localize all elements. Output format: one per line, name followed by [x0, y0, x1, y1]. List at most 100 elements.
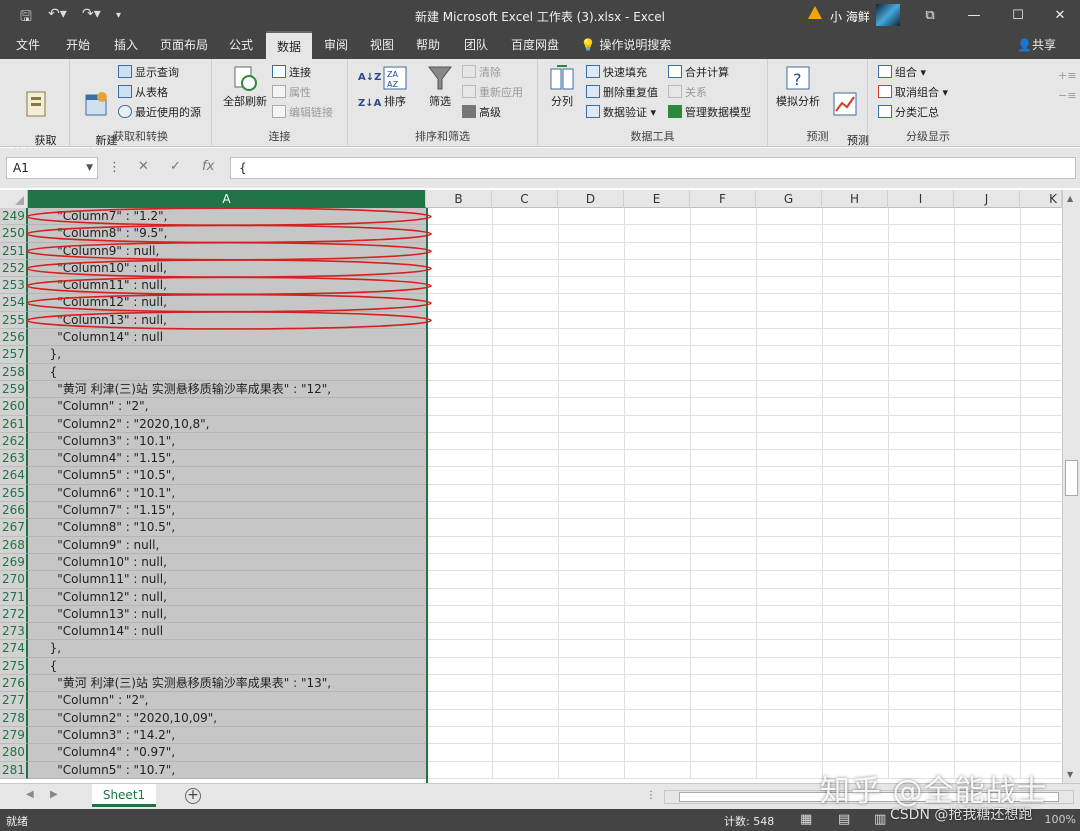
group-icon — [878, 65, 892, 78]
name-box[interactable]: A1 ▼ — [6, 157, 98, 179]
chevron-down-icon[interactable]: ▼ — [86, 158, 93, 178]
sort-icon: ZA AZ — [381, 63, 409, 93]
vertical-scroll-thumb[interactable] — [1065, 460, 1078, 496]
manage-data-model-button[interactable]: 管理数据模型 — [668, 104, 751, 122]
recent-sources-button[interactable]: 最近使用的源 — [118, 104, 201, 122]
text-to-columns-button[interactable]: 分列 — [544, 63, 580, 108]
tell-me-search[interactable]: 💡 操作说明搜索 — [576, 31, 676, 59]
refresh-all-button[interactable]: 全部刷新 — [218, 63, 272, 108]
annotation-oval — [26, 259, 432, 278]
warning-icon[interactable] — [808, 6, 822, 19]
tab-formulas[interactable]: 公式 — [220, 31, 262, 59]
show-detail-icon[interactable]: +≡ — [1058, 67, 1076, 85]
edit-links-icon — [272, 105, 286, 118]
advanced-filter-button[interactable]: 高级 — [462, 104, 501, 122]
avatar[interactable] — [876, 4, 900, 26]
connections-button[interactable]: 连接 — [272, 64, 311, 82]
properties-button[interactable]: 属性 — [272, 84, 311, 102]
subtotal-icon — [878, 105, 892, 118]
page-break-view-icon[interactable]: ▥ — [874, 812, 886, 827]
tab-view[interactable]: 视图 — [362, 31, 402, 59]
zoom-level[interactable]: 100% — [1045, 813, 1076, 826]
insert-function-icon[interactable]: fx — [202, 159, 214, 174]
formula-bar-grip-icon[interactable]: ⋮ — [108, 160, 121, 175]
sort-ascending-button[interactable]: A↓Z — [358, 69, 381, 87]
filter-button[interactable]: 筛选 — [424, 63, 456, 108]
normal-view-icon[interactable]: ▦ — [800, 812, 812, 827]
formula-bar: A1 ▼ ⋮ ✕ ✓ fx { — [0, 148, 1080, 188]
group-data-tools: 分列 快速填充 删除重复值 数据验证 ▾ 合并计算 关系 管理数据模型 数据工具 — [538, 59, 768, 147]
sheet-tab-split-icon[interactable]: ⋮ — [646, 790, 656, 801]
link-icon — [272, 65, 286, 78]
title-bar: 🖫 ↶▾ ↷▾ ▾ 新建 Microsoft Excel 工作表 (3).xls… — [0, 0, 1080, 31]
enter-icon[interactable]: ✓ — [170, 159, 181, 174]
ungroup-button[interactable]: 取消组合 ▾ — [878, 84, 948, 102]
flash-fill-button[interactable]: 快速填充 — [586, 64, 647, 82]
group-button[interactable]: 组合 ▾ — [878, 64, 926, 82]
lightbulb-icon: 💡 — [580, 38, 596, 52]
properties-icon — [272, 85, 286, 98]
vertical-scrollbar[interactable]: ▲ ▼ — [1062, 190, 1080, 783]
relationships-button[interactable]: 关系 — [668, 84, 707, 102]
tab-page-layout[interactable]: 页面布局 — [154, 31, 214, 59]
what-if-icon: ? — [784, 63, 812, 93]
tab-insert[interactable]: 插入 — [104, 31, 148, 59]
scroll-down-icon[interactable]: ▼ — [1067, 770, 1073, 779]
reapply-icon — [462, 85, 476, 98]
svg-text:AZ: AZ — [387, 80, 398, 89]
tab-team[interactable]: 团队 — [456, 31, 496, 59]
share-button[interactable]: 👤共享 — [1017, 31, 1056, 59]
reapply-button[interactable]: 重新应用 — [462, 84, 523, 102]
edit-links-button[interactable]: 编辑链接 — [272, 104, 333, 122]
scroll-up-icon[interactable]: ▲ — [1067, 194, 1073, 203]
grid-icon — [118, 85, 132, 98]
minimize-button[interactable]: — — [952, 0, 996, 31]
formula-input[interactable]: { — [230, 157, 1076, 179]
sheet-tab-sheet1[interactable]: Sheet1 — [92, 784, 156, 807]
add-sheet-button[interactable]: + — [185, 788, 201, 804]
status-ready: 就绪 — [6, 815, 28, 828]
tab-review[interactable]: 审阅 — [316, 31, 356, 59]
prev-sheet-icon[interactable]: ◀ — [26, 789, 34, 800]
database-icon — [21, 89, 49, 119]
annotation-oval — [26, 224, 432, 244]
sort-descending-button[interactable]: Z↓A — [358, 95, 381, 113]
user-name[interactable]: 小 海鲜 — [830, 8, 870, 25]
page-layout-view-icon[interactable]: ▤ — [838, 812, 850, 827]
clear-filter-button[interactable]: 清除 — [462, 64, 501, 82]
ribbon-display-options-button[interactable]: ⧉ — [908, 0, 952, 31]
tab-data[interactable]: 数据 — [266, 31, 312, 59]
flash-fill-icon — [586, 65, 600, 78]
worksheet-grid[interactable]: A B C D E F G H I J K 249 "Column7" : "1… — [0, 190, 1062, 783]
refresh-icon — [231, 63, 259, 93]
svg-text:?: ? — [793, 70, 802, 89]
remove-duplicates-button[interactable]: 删除重复值 — [586, 84, 658, 102]
maximize-button[interactable]: ☐ — [996, 0, 1040, 31]
sort-button[interactable]: ZA AZ 排序 — [380, 63, 410, 108]
subtotal-button[interactable]: 分类汇总 — [878, 104, 939, 122]
hide-detail-icon[interactable]: −≡ — [1058, 87, 1076, 105]
person-icon: 👤 — [1017, 38, 1032, 52]
annotation-oval — [26, 241, 432, 261]
show-queries-button[interactable]: 显示查询 — [118, 64, 179, 82]
data-validation-icon — [586, 105, 600, 118]
relationships-icon — [668, 85, 682, 98]
tab-file[interactable]: 文件 — [8, 31, 48, 59]
cancel-icon[interactable]: ✕ — [138, 159, 149, 174]
next-sheet-icon[interactable]: ▶ — [50, 789, 58, 800]
forecast-chart-icon — [831, 89, 859, 119]
advanced-filter-icon — [462, 105, 476, 118]
status-count: 计数: 548 — [724, 815, 775, 828]
tab-baidu-netdisk[interactable]: 百度网盘 — [504, 31, 566, 59]
close-button[interactable]: ✕ — [1038, 0, 1080, 31]
from-table-button[interactable]: 从表格 — [118, 84, 168, 102]
tab-home[interactable]: 开始 — [56, 31, 100, 59]
clear-filter-icon — [462, 65, 476, 78]
clock-icon — [118, 105, 132, 118]
what-if-analysis-button[interactable]: ? 模拟分析 — [772, 63, 824, 108]
ribbon-tabs: 文件 开始 插入 页面布局 公式 数据 审阅 视图 帮助 团队 百度网盘 💡 操… — [0, 31, 1080, 59]
tab-help[interactable]: 帮助 — [408, 31, 448, 59]
data-validation-button[interactable]: 数据验证 ▾ — [586, 104, 656, 122]
consolidate-button[interactable]: 合并计算 — [668, 64, 729, 82]
svg-text:ZA: ZA — [387, 70, 398, 79]
